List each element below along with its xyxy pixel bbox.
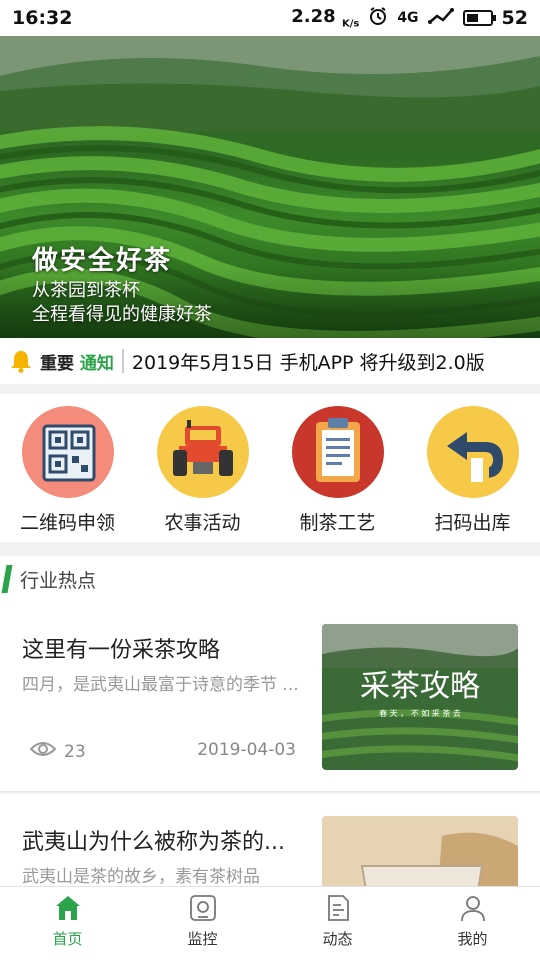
status-bar: 16:32 2.28 K/s 4G 52 — [0, 0, 540, 36]
tractor-icon — [156, 406, 249, 498]
notice-bar[interactable]: 重要 通知 2019年5月15日 手机APP 将升级到2.0版 — [0, 338, 540, 384]
battery-icon — [462, 10, 496, 26]
alarm-icon — [368, 6, 388, 31]
document-icon — [323, 893, 353, 923]
menu-qr-apply[interactable]: 二维码申领 — [0, 394, 135, 542]
return-arrow-icon — [426, 406, 519, 498]
banner-slogan-main: 做安全好茶 — [32, 246, 173, 276]
menu-farm-activity[interactable]: 农事活动 — [135, 394, 270, 542]
tab-news[interactable]: 动态 — [270, 887, 405, 960]
news-view-count: 23 — [64, 741, 86, 762]
news-title: 武夷山为什么被称为茶的... — [22, 830, 285, 855]
clipboard-icon — [291, 406, 384, 498]
section-title: 行业热点 — [20, 569, 97, 592]
section-header: 行业热点 — [0, 556, 540, 602]
banner-slogan-sub1: 从茶园到茶杯 — [32, 280, 140, 301]
menu-tea-craft[interactable]: 制茶工艺 — [270, 394, 405, 542]
menu-label: 制茶工艺 — [299, 512, 376, 534]
tab-label: 动态 — [322, 930, 353, 948]
signal-icon — [427, 7, 454, 30]
menu-label: 二维码申领 — [19, 512, 115, 534]
menu-label: 扫码出库 — [434, 512, 511, 534]
tab-label: 监控 — [187, 930, 218, 948]
status-icons: 2.28 K/s 4G 52 — [291, 6, 528, 31]
user-icon — [458, 893, 488, 923]
tab-label: 我的 — [457, 930, 488, 948]
news-views: 23 — [29, 740, 86, 763]
notice-divider — [121, 349, 124, 373]
news-title: 这里有一份采茶攻略 — [22, 638, 221, 663]
monitor-icon — [188, 893, 218, 923]
menu-label: 农事活动 — [164, 512, 241, 534]
news-desc: 武夷山是茶的故乡，素有茶树品 — [22, 867, 260, 886]
news-thumbnail: 采茶攻略 春 天 ， 不 如 采 茶 去 — [322, 624, 518, 770]
qr-code-icon — [21, 406, 114, 498]
bottom-nav: 首页 监控 动态 我的 — [0, 886, 540, 960]
news-date: 2019-04-03 — [197, 740, 296, 760]
notice-message[interactable]: 2019年5月15日 手机APP 将升级到2.0版 — [132, 348, 485, 375]
tab-home[interactable]: 首页 — [0, 887, 135, 960]
home-icon — [53, 893, 83, 923]
network-type: 4G — [397, 10, 419, 26]
battery-level: 52 — [501, 7, 528, 29]
menu-scan-outbound[interactable]: 扫码出库 — [405, 394, 540, 542]
tab-monitor[interactable]: 监控 — [135, 887, 270, 960]
news-thumbnail — [322, 816, 518, 886]
section-accent-bar — [1, 565, 13, 593]
tab-label: 首页 — [52, 930, 83, 948]
quick-menu: 二维码申领 农事活动 制茶工艺 扫码出库 — [0, 394, 540, 542]
news-item[interactable]: 武夷山为什么被称为茶的... 武夷山是茶的故乡，素有茶树品 — [0, 794, 540, 886]
banner-slogan-sub2: 全程看得见的健康好茶 — [32, 304, 212, 325]
bell-icon — [8, 348, 34, 374]
network-speed: 2.28 K/s — [291, 6, 360, 30]
thumb-subtitle: 春 天 ， 不 如 采 茶 去 — [379, 708, 461, 718]
tab-mine[interactable]: 我的 — [405, 887, 540, 960]
status-time: 16:32 — [12, 7, 73, 29]
thumb-title: 采茶攻略 — [360, 669, 480, 704]
eye-icon — [29, 740, 57, 763]
news-desc: 四月，是武夷山最富于诗意的季节 ... — [22, 675, 299, 695]
banner-carousel[interactable]: 做安全好茶 从茶园到茶杯 全程看得见的健康好茶 — [0, 36, 540, 338]
notice-tag: 重要 通知 — [40, 353, 114, 374]
news-item[interactable]: 这里有一份采茶攻略 四月，是武夷山最富于诗意的季节 ... 23 2019-04… — [0, 602, 540, 792]
